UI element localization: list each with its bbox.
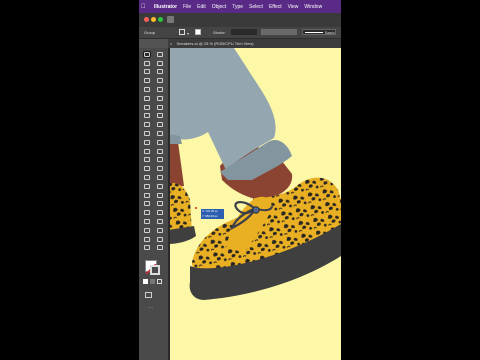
- line-segment-tool[interactable]: [157, 78, 163, 84]
- menu-item-select[interactable]: Select: [249, 4, 263, 10]
- brush-label: Basic: [325, 30, 335, 35]
- type-tool[interactable]: [144, 78, 150, 84]
- variable-width-profile[interactable]: [261, 29, 297, 35]
- live-paint-tool[interactable]: [157, 236, 163, 242]
- menu-bar:  Illustrator File Edit Object Type Sele…: [139, 0, 341, 13]
- vertical-ruler: [168, 48, 170, 360]
- menu-item-effect[interactable]: Effect: [269, 4, 282, 10]
- blob-brush-tool[interactable]: [144, 104, 150, 110]
- rectangle-tool[interactable]: [144, 87, 150, 93]
- none-mode-icon[interactable]: [157, 279, 162, 284]
- chevron-down-icon[interactable]: ▾: [187, 31, 189, 36]
- mesh-tool[interactable]: [144, 139, 150, 145]
- menu-item-type[interactable]: Type: [232, 4, 243, 10]
- menu-item-file[interactable]: File: [183, 4, 191, 10]
- stroke-swatch[interactable]: [195, 29, 201, 35]
- measure-tooltip: X: 722.35 px Y: 984.63 px: [201, 209, 224, 219]
- lasso-tool[interactable]: [157, 60, 163, 66]
- blend-tool[interactable]: [157, 148, 163, 154]
- shape-builder-tool[interactable]: [144, 131, 150, 137]
- paintbrush-tool[interactable]: [157, 87, 163, 93]
- free-transform-tool[interactable]: [157, 122, 163, 128]
- menu-item-edit[interactable]: Edit: [197, 4, 206, 10]
- crystallize-tool[interactable]: [157, 227, 163, 233]
- knife-tool[interactable]: [144, 201, 150, 207]
- minimize-window-icon[interactable]: [151, 17, 156, 22]
- brush-stroke-preview: [305, 32, 323, 33]
- bloat-tool[interactable]: [157, 219, 163, 225]
- gradient-tool[interactable]: [157, 139, 163, 145]
- illustrator-window:  Illustrator File Edit Object Type Sele…: [139, 0, 341, 360]
- print-tiling-tool[interactable]: [157, 192, 163, 198]
- artboard-canvas[interactable]: X: 722.35 px Y: 984.63 px: [168, 48, 341, 360]
- rotate-view-tool[interactable]: [144, 192, 150, 198]
- brush-definition-select[interactable]: Basic: [302, 29, 336, 35]
- shaper-tool[interactable]: [144, 95, 150, 101]
- center-point-marker: [195, 207, 197, 209]
- control-bar: Group ▾ Stroke: Basic: [139, 27, 341, 39]
- close-window-icon[interactable]: [144, 17, 149, 22]
- close-tab-icon[interactable]: ×: [170, 41, 172, 46]
- sneaker-illustration: [168, 48, 341, 300]
- curvature-tool[interactable]: [157, 69, 163, 75]
- back-ankle: [168, 140, 184, 188]
- selection-tool[interactable]: [143, 50, 151, 58]
- puppet-warp-tool[interactable]: [144, 175, 150, 181]
- slice-tool[interactable]: [157, 166, 163, 172]
- stroke-label: Stroke:: [213, 30, 226, 35]
- measure-y-readout: Y: 984.63 px: [202, 213, 218, 218]
- stroke-weight-field[interactable]: [231, 29, 257, 35]
- eyedropper-tool[interactable]: [144, 148, 150, 154]
- pencil-tool[interactable]: [157, 95, 163, 101]
- more-tools-icon[interactable]: ···: [148, 305, 153, 311]
- scissors-tool[interactable]: [157, 175, 163, 181]
- scale-tool[interactable]: [157, 113, 163, 119]
- draw-mode-icon[interactable]: [145, 292, 152, 298]
- menu-item-view[interactable]: View: [288, 4, 299, 10]
- apple-icon[interactable]: : [141, 4, 148, 10]
- tools-panel: ···: [139, 48, 169, 360]
- wrinkle-tool[interactable]: [144, 236, 150, 242]
- symbol-sprayer-tool[interactable]: [144, 157, 150, 163]
- color-mode-icon[interactable]: [143, 279, 148, 284]
- fill-swatch[interactable]: [179, 29, 185, 35]
- warp-tool[interactable]: [144, 210, 150, 216]
- measure-tool[interactable]: [144, 245, 150, 251]
- document-tab-title: Sneakers.ai @ 25 % (RGB/CPU Trim View): [176, 41, 254, 46]
- eraser-tool[interactable]: [157, 104, 163, 110]
- column-graph-tool[interactable]: [157, 157, 163, 163]
- stroke-color-swatch[interactable]: [150, 265, 160, 275]
- pucker-tool[interactable]: [144, 219, 150, 225]
- artboard-tool[interactable]: [144, 166, 150, 172]
- reshape-tool[interactable]: [157, 201, 163, 207]
- menu-item-window[interactable]: Window: [304, 4, 322, 10]
- lace-eyelet: [252, 206, 260, 214]
- rotate-tool[interactable]: [144, 113, 150, 119]
- document-tab[interactable]: × Sneakers.ai @ 25 % (RGB/CPU Trim View): [168, 39, 341, 48]
- zoom-tool[interactable]: [144, 183, 150, 189]
- title-bar: [139, 13, 341, 27]
- magic-wand-tool[interactable]: [144, 60, 150, 66]
- selection-type-label: Group: [144, 30, 156, 35]
- ellipse-tool[interactable]: [157, 245, 163, 251]
- twirl-tool[interactable]: [157, 210, 163, 216]
- maximize-window-icon[interactable]: [158, 17, 163, 22]
- gradient-mode-icon[interactable]: [150, 279, 155, 284]
- direct-selection-tool[interactable]: [157, 51, 163, 57]
- scallop-tool[interactable]: [144, 227, 150, 233]
- hand-tool[interactable]: [157, 183, 163, 189]
- menu-item-object[interactable]: Object: [212, 4, 226, 10]
- perspective-grid-tool[interactable]: [157, 131, 163, 137]
- width-tool[interactable]: [144, 122, 150, 128]
- home-icon[interactable]: [167, 16, 174, 23]
- pen-tool[interactable]: [144, 69, 150, 75]
- menu-item-illustrator[interactable]: Illustrator: [154, 4, 177, 10]
